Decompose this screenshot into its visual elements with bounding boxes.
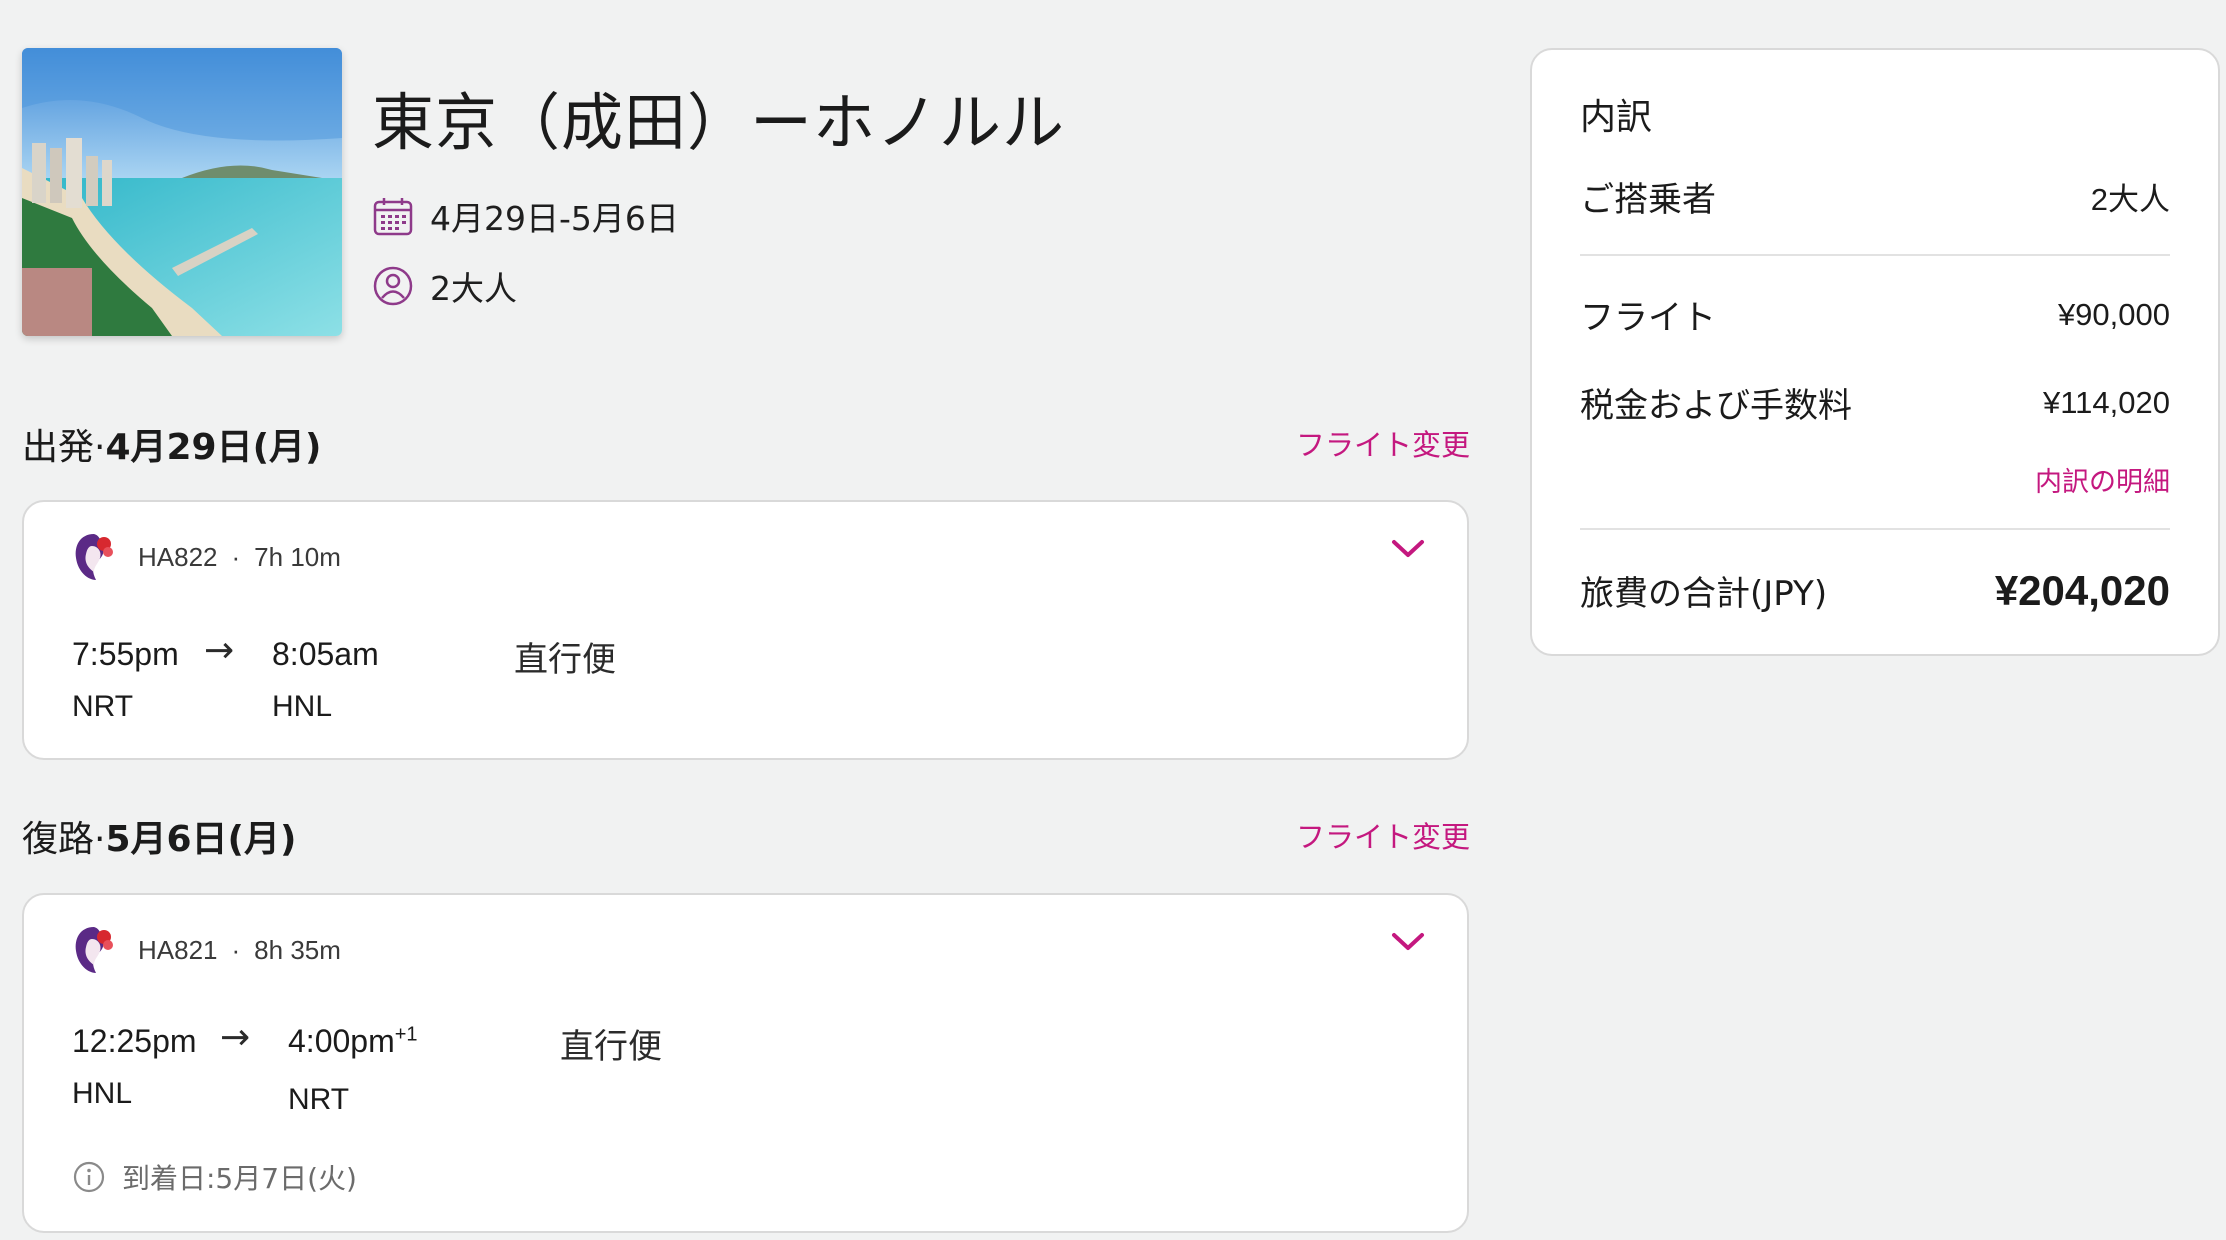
inbound-arrive-time: 4:00pm+1 xyxy=(288,1023,418,1060)
outbound-heading-prefix: 出発· xyxy=(22,427,106,468)
summary-total-value: ¥204,020 xyxy=(1994,566,2170,614)
summary-total-row: 旅費の合計(JPY) ¥204,020 xyxy=(1580,566,2170,615)
summary-passengers-value: 2大人 xyxy=(2090,182,2170,217)
trip-travelers-text: 2大人 xyxy=(430,269,517,308)
inbound-heading-date: 5月6日(月) xyxy=(105,819,297,860)
divider xyxy=(1580,528,2170,530)
hawaiian-airlines-logo xyxy=(72,925,116,975)
inbound-flight-meta: HA821 · 8h 35m xyxy=(138,935,341,965)
inbound-arrival-note-text: 到着日:5月7日(火) xyxy=(122,1162,357,1195)
inbound-heading: 復路·5月6日(月) xyxy=(22,810,296,862)
chevron-down-icon[interactable] xyxy=(1391,538,1425,560)
info-icon xyxy=(72,1160,106,1194)
outbound-arrive-time: 8:05am xyxy=(272,636,379,672)
outbound-change-flight-link[interactable]: フライト変更 xyxy=(1296,422,1470,464)
outbound-duration: 7h 10m xyxy=(254,542,341,572)
price-summary-panel: 内訳 ご搭乗者 2大人 フライト ¥90,000 税金および手数料 ¥114,0… xyxy=(1530,48,2220,656)
outbound-flight-meta: HA822 · 7h 10m xyxy=(138,542,341,572)
summary-flight-row: フライト ¥90,000 xyxy=(1580,290,2170,339)
summary-flight-label: フライト xyxy=(1580,298,1716,338)
hawaiian-airlines-logo xyxy=(72,532,116,582)
inbound-heading-prefix: 復路· xyxy=(22,819,106,860)
inbound-arrive-day-offset: +1 xyxy=(394,1023,418,1046)
summary-total-label: 旅費の合計(JPY) xyxy=(1580,574,1828,614)
trip-dates: 4月29日-5月6日 xyxy=(372,192,679,240)
price-details-link[interactable]: 内訳の明細 xyxy=(2035,460,2170,499)
outbound-origin-code: NRT xyxy=(72,690,134,723)
outbound-flight-card[interactable]: HA822 · 7h 10m 7:55pm → 8:05am 直行便 NRT HNL xyxy=(22,500,1469,760)
inbound-duration: 8h 35m xyxy=(254,935,341,965)
destination-photo xyxy=(22,48,342,336)
outbound-stops: 直行便 xyxy=(514,640,616,680)
summary-tax-value: ¥114,020 xyxy=(2043,384,2170,420)
outbound-heading-date: 4月29日(月) xyxy=(105,427,322,468)
divider xyxy=(1580,254,2170,256)
calendar-icon xyxy=(372,195,414,237)
trip-dates-text: 4月29日-5月6日 xyxy=(430,199,679,238)
inbound-flight-number: HA821 xyxy=(138,935,218,965)
trip-title: 東京（成田）ーホノルル xyxy=(372,86,1066,159)
inbound-depart-time: 12:25pm xyxy=(72,1023,197,1059)
outbound-destination-code: HNL xyxy=(272,690,333,723)
trip-travelers: 2大人 xyxy=(372,262,517,310)
outbound-depart-time: 7:55pm xyxy=(72,636,179,672)
arrow-right-icon: → xyxy=(220,1017,251,1058)
outbound-flight-number: HA822 xyxy=(138,542,218,572)
booking-page: 東京（成田）ーホノルル 4月29日-5月6日 2大人 出発·4月29日(月) フ… xyxy=(0,0,2226,1240)
arrow-right-icon: → xyxy=(204,630,235,671)
summary-title: 内訳 xyxy=(1580,97,1653,138)
inbound-stops: 直行便 xyxy=(560,1027,662,1067)
outbound-heading: 出発·4月29日(月) xyxy=(22,418,322,470)
inbound-destination-code: NRT xyxy=(288,1083,350,1116)
user-icon xyxy=(372,265,414,307)
inbound-change-flight-link[interactable]: フライト変更 xyxy=(1296,814,1470,856)
inbound-flight-card[interactable]: HA821 · 8h 35m 12:25pm → 4:00pm+1 直行便 HNL … xyxy=(22,893,1469,1233)
summary-tax-label: 税金および手数料 xyxy=(1580,386,1852,426)
summary-passengers-row: ご搭乗者 2大人 xyxy=(1580,172,2170,221)
inbound-arrive-time-text: 4:00pm xyxy=(288,1023,395,1059)
summary-passengers-label: ご搭乗者 xyxy=(1580,180,1716,220)
summary-tax-row: 税金および手数料 ¥114,020 xyxy=(1580,378,2170,427)
inbound-arrival-note: 到着日:5月7日(火) xyxy=(72,1157,357,1197)
chevron-down-icon[interactable] xyxy=(1391,931,1425,953)
summary-flight-value: ¥90,000 xyxy=(2057,296,2170,332)
inbound-origin-code: HNL xyxy=(72,1077,133,1110)
